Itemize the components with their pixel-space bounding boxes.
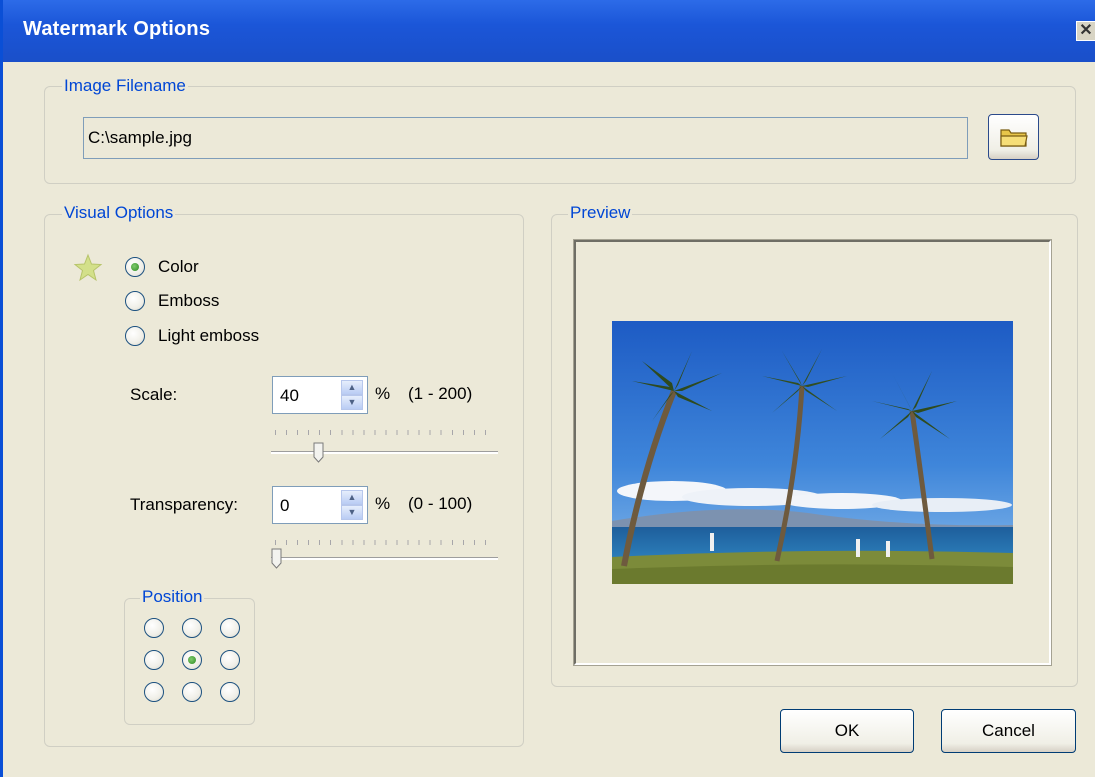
- transparency-track: [271, 557, 498, 560]
- browse-button[interactable]: [988, 114, 1039, 160]
- scale-unit: %: [375, 384, 391, 403]
- window-title: Watermark Options: [23, 18, 211, 40]
- transparency-spin-up[interactable]: ▲: [341, 490, 363, 505]
- radio-color-label: Color: [158, 257, 199, 276]
- transparency-unit: %: [375, 494, 391, 513]
- transparency-range: (0 - 100): [408, 494, 473, 513]
- scale-spin-up[interactable]: ▲: [341, 380, 363, 395]
- position-radio-1-2[interactable]: [220, 650, 240, 670]
- filename-field[interactable]: C:\sample.jpg: [83, 117, 968, 159]
- position-radio-0-0[interactable]: [144, 618, 164, 638]
- folder-icon: [1000, 129, 1028, 147]
- radio-emboss[interactable]: [125, 291, 145, 311]
- transparency-slider-thumb[interactable]: [271, 548, 282, 569]
- title-bar[interactable]: Watermark Options ✕: [3, 0, 1095, 62]
- transparency-value: 0: [280, 496, 290, 515]
- position-radio-1-0[interactable]: [144, 650, 164, 670]
- radio-light-emboss[interactable]: [125, 326, 145, 346]
- scale-slider-thumb[interactable]: [313, 442, 324, 463]
- star-icon: [73, 253, 103, 282]
- transparency-spinner[interactable]: ▲ ▼: [341, 490, 363, 520]
- scale-spinner[interactable]: ▲ ▼: [341, 380, 363, 410]
- radio-light-emboss-label: Light emboss: [158, 326, 260, 345]
- radio-emboss-label: Emboss: [158, 291, 220, 310]
- position-radio-0-2[interactable]: [220, 618, 240, 638]
- scale-spin-down[interactable]: ▼: [341, 395, 363, 410]
- transparency-spin-down[interactable]: ▼: [341, 505, 363, 520]
- position-radio-1-1[interactable]: [182, 650, 202, 670]
- transparency-label: Transparency:: [130, 495, 239, 514]
- scale-range: (1 - 200): [408, 384, 473, 403]
- position-radio-2-0[interactable]: [144, 682, 164, 702]
- scale-track: [271, 451, 498, 454]
- ok-button[interactable]: OK: [780, 709, 914, 753]
- scale-value: 40: [280, 386, 299, 405]
- image-filename-legend: Image Filename: [62, 76, 188, 96]
- visual-options-group: [44, 214, 524, 747]
- visual-options-legend: Visual Options: [62, 203, 176, 223]
- cancel-button[interactable]: Cancel: [941, 709, 1076, 753]
- scale-ticks: [275, 430, 496, 435]
- position-legend: Position: [140, 587, 205, 607]
- position-radio-0-1[interactable]: [182, 618, 202, 638]
- transparency-field[interactable]: 0 ▲ ▼: [272, 486, 368, 524]
- dialog-client: Image Filename C:\sample.jpg Visual Opti…: [3, 62, 1095, 777]
- position-radio-2-1[interactable]: [182, 682, 202, 702]
- scale-label: Scale:: [130, 385, 178, 404]
- close-button[interactable]: ✕: [1076, 21, 1095, 41]
- position-radio-2-2[interactable]: [220, 682, 240, 702]
- transparency-ticks: [275, 540, 496, 545]
- preview-image: [612, 321, 1013, 584]
- preview-legend: Preview: [568, 203, 633, 223]
- radio-color[interactable]: [125, 257, 145, 277]
- scale-field[interactable]: 40 ▲ ▼: [272, 376, 368, 414]
- dialog-window: Watermark Options ✕ Image Filename C:\sa…: [0, 0, 1095, 777]
